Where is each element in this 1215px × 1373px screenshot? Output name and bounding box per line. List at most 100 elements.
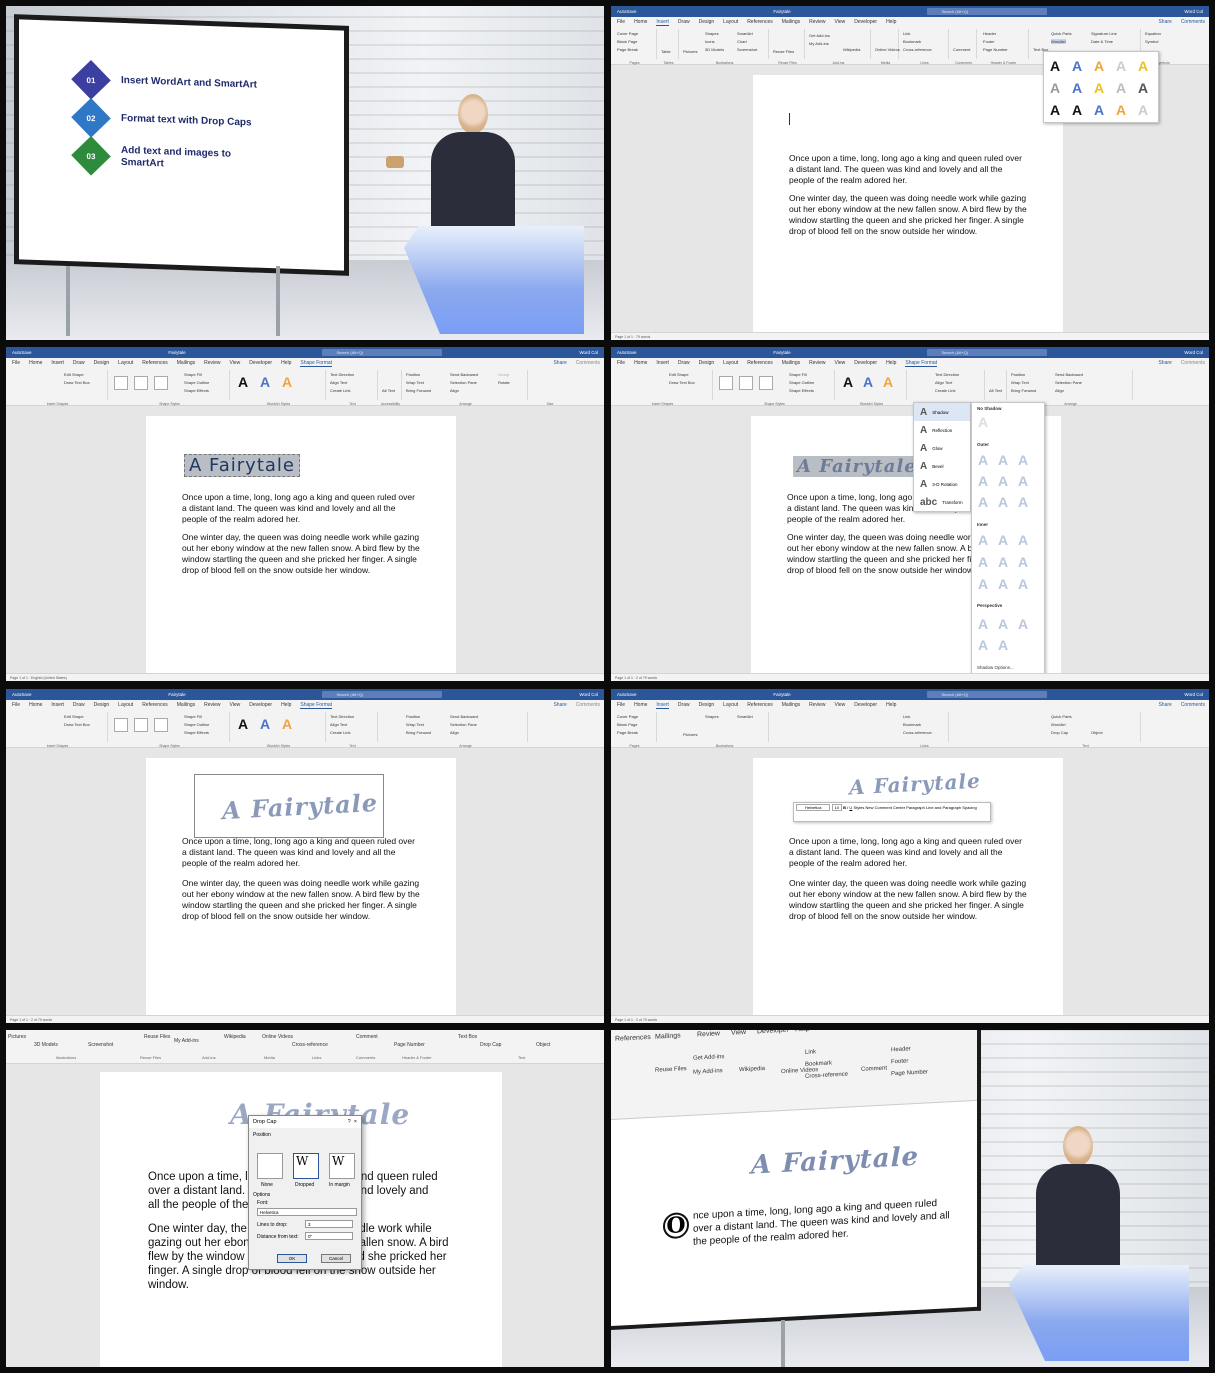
tab-insert[interactable]: Insert bbox=[51, 360, 64, 366]
equation-button[interactable]: Equation bbox=[1145, 31, 1161, 36]
tab-review[interactable]: Review bbox=[809, 360, 825, 366]
tab-developer[interactable]: Developer bbox=[854, 360, 877, 366]
quick-parts-button[interactable]: Quick Parts bbox=[1051, 714, 1072, 719]
tab-mailings[interactable]: Mailings bbox=[655, 1032, 681, 1040]
tab-draw[interactable]: Draw bbox=[678, 360, 690, 366]
tab-home[interactable]: Home bbox=[29, 360, 42, 366]
footer-button[interactable]: Footer bbox=[983, 39, 995, 44]
dropcap-margin-option[interactable]: W bbox=[329, 1153, 355, 1179]
3d-models-button[interactable]: 3D Models bbox=[34, 1042, 58, 1048]
selection-pane-button[interactable]: Selection Pane bbox=[1055, 380, 1082, 385]
shape-fill-button[interactable]: Shape Fill bbox=[184, 714, 202, 719]
position-button[interactable]: Position bbox=[1011, 372, 1025, 377]
tab-home[interactable]: Home bbox=[634, 19, 647, 25]
alt-text-button[interactable]: Alt Text bbox=[382, 388, 395, 393]
wordart-quick-style-icon[interactable]: A bbox=[260, 374, 270, 390]
tab-design[interactable]: Design bbox=[699, 19, 715, 25]
table-button[interactable]: Table bbox=[661, 49, 671, 54]
tab-home[interactable]: Home bbox=[634, 360, 647, 366]
document-page[interactable]: A Fairytale Once upon a time, long, long… bbox=[146, 758, 456, 1015]
tab-home[interactable]: Home bbox=[634, 702, 647, 708]
shape-style-thumb[interactable] bbox=[739, 376, 753, 390]
selection-pane-button[interactable]: Selection Pane bbox=[450, 722, 477, 727]
wikipedia-button[interactable]: Wikipedia bbox=[843, 47, 860, 52]
create-link-button[interactable]: Create Link bbox=[935, 388, 955, 393]
link-button[interactable]: Link bbox=[805, 1049, 816, 1056]
shadow-inner-option[interactable]: A bbox=[1018, 532, 1028, 548]
header-button[interactable]: Header bbox=[891, 1046, 911, 1053]
reuse-files-button[interactable]: Reuse Files bbox=[144, 1034, 170, 1040]
align-text-button[interactable]: Align Text bbox=[330, 380, 347, 385]
paragraph-1[interactable]: Once upon a time, long, long ago a king … bbox=[182, 492, 422, 525]
pictures-button[interactable]: Pictures bbox=[683, 732, 697, 737]
tab-insert[interactable]: Insert bbox=[656, 19, 669, 26]
send-backward-button[interactable]: Send Backward bbox=[1055, 372, 1083, 377]
comments-button[interactable]: Comments bbox=[1181, 702, 1205, 708]
search-box[interactable]: Search (Alt+Q) bbox=[322, 691, 443, 698]
tab-references[interactable]: References bbox=[747, 19, 773, 25]
comment-button[interactable]: Comment bbox=[356, 1034, 378, 1040]
bring-forward-button[interactable]: Bring Forward bbox=[406, 388, 431, 393]
shape-effects-button[interactable]: Shape Effects bbox=[184, 730, 209, 735]
tab-help[interactable]: Help bbox=[886, 702, 896, 708]
my-addins-button[interactable]: My Add-ins bbox=[809, 41, 829, 46]
shape-effects-button[interactable]: Shape Effects bbox=[789, 388, 814, 393]
shape-outline-button[interactable]: Shape Outline bbox=[789, 380, 814, 385]
text-direction-button[interactable]: Text Direction bbox=[330, 714, 354, 719]
shadow-outer-option[interactable]: A bbox=[978, 473, 988, 489]
wordart-style-icon[interactable]: A bbox=[1050, 102, 1060, 118]
online-videos-button[interactable]: Online Videos bbox=[875, 47, 900, 52]
cross-reference-button[interactable]: Cross-reference bbox=[805, 1072, 848, 1080]
group-button[interactable]: Group bbox=[498, 372, 509, 377]
wordart-style-icon[interactable]: A bbox=[1072, 58, 1082, 74]
wordart-style-icon[interactable]: A bbox=[1116, 102, 1126, 118]
shape-effects-button[interactable]: Shape Effects bbox=[184, 388, 209, 393]
tab-mailings[interactable]: Mailings bbox=[782, 702, 800, 708]
menu-item-bevel[interactable]: A Bevel bbox=[914, 457, 970, 475]
blank-page-button[interactable]: Blank Page bbox=[617, 39, 637, 44]
symbol-button[interactable]: Symbol bbox=[1145, 39, 1158, 44]
spacing-button[interactable]: Line and Paragraph Spacing bbox=[926, 805, 977, 810]
pictures-button[interactable]: Pictures bbox=[8, 1034, 26, 1040]
comments-button[interactable]: Comments bbox=[576, 702, 600, 708]
share-button[interactable]: Share bbox=[1158, 19, 1171, 25]
wordart-text-box[interactable]: A Fairytale bbox=[793, 456, 921, 477]
wordart-style-icon[interactable]: A bbox=[1072, 102, 1082, 118]
tab-references[interactable]: References bbox=[142, 702, 168, 708]
tab-insert[interactable]: Insert bbox=[51, 702, 64, 708]
tab-view[interactable]: View bbox=[230, 360, 241, 366]
create-link-button[interactable]: Create Link bbox=[330, 730, 350, 735]
autosave-label[interactable]: AutoSave bbox=[12, 350, 32, 355]
bookmark-button[interactable]: Bookmark bbox=[805, 1060, 832, 1067]
shapes-button[interactable]: Shapes bbox=[705, 714, 719, 719]
shadow-outer-option[interactable]: A bbox=[978, 494, 988, 510]
tab-draw[interactable]: Draw bbox=[678, 19, 690, 25]
paragraph-button[interactable]: Paragraph bbox=[906, 805, 925, 810]
tab-references[interactable]: References bbox=[747, 360, 773, 366]
share-button[interactable]: Share bbox=[553, 360, 566, 366]
tab-developer[interactable]: Developer bbox=[854, 19, 877, 25]
wordart-style-icon[interactable]: A bbox=[1072, 80, 1082, 96]
tab-help[interactable]: Help bbox=[281, 360, 291, 366]
bring-forward-button[interactable]: Bring Forward bbox=[406, 730, 431, 735]
document-page[interactable]: A Fairytale Once upon a time, long, long… bbox=[146, 416, 456, 673]
tab-file[interactable]: File bbox=[617, 702, 625, 708]
chart-button[interactable]: Chart bbox=[737, 39, 747, 44]
cross-reference-button[interactable]: Cross-reference bbox=[292, 1042, 328, 1048]
tab-help[interactable]: Help bbox=[886, 360, 896, 366]
wordart-style-icon[interactable]: A bbox=[1094, 58, 1104, 74]
pictures-button[interactable]: Pictures bbox=[683, 49, 697, 54]
wordart-quick-style-icon[interactable]: A bbox=[883, 374, 893, 390]
autosave-label[interactable]: AutoSave bbox=[617, 692, 637, 697]
shadow-inner-option[interactable]: A bbox=[978, 554, 988, 570]
share-button[interactable]: Share bbox=[1158, 360, 1171, 366]
shape-fill-button[interactable]: Shape Fill bbox=[184, 372, 202, 377]
header-button[interactable]: Header bbox=[983, 31, 996, 36]
drop-cap-button[interactable]: Drop Cap bbox=[1051, 730, 1068, 735]
shadow-outer-option[interactable]: A bbox=[1018, 473, 1028, 489]
wordart-style-icon[interactable]: A bbox=[1094, 80, 1104, 96]
wordart-style-icon[interactable]: A bbox=[1138, 102, 1148, 118]
share-button[interactable]: Share bbox=[553, 702, 566, 708]
shape-style-thumb[interactable] bbox=[134, 718, 148, 732]
align-button[interactable]: Align bbox=[450, 388, 459, 393]
